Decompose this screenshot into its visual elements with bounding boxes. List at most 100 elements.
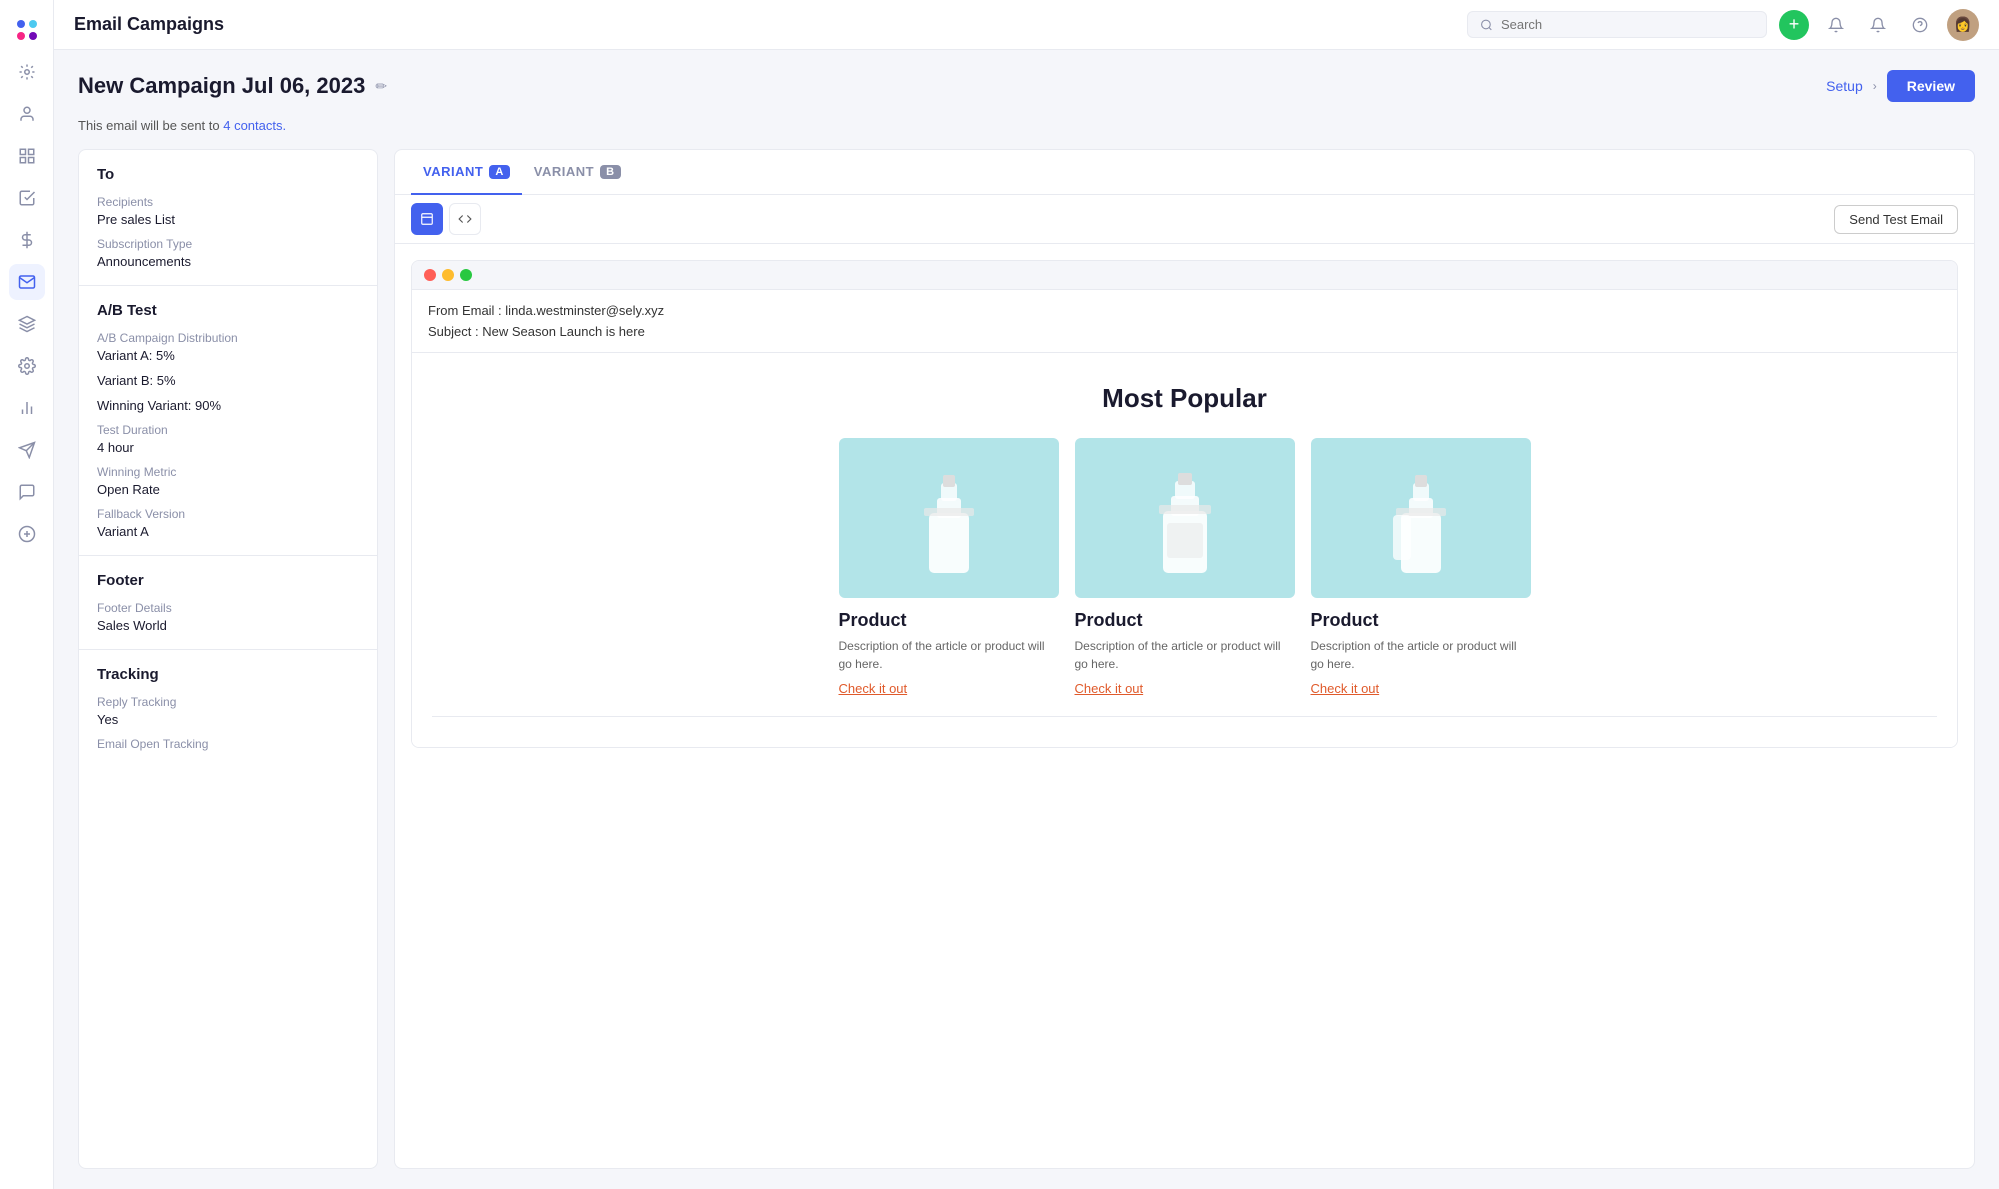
to-section: To Recipients Pre sales List Subscriptio…: [79, 150, 377, 286]
search-icon: [1480, 18, 1493, 32]
sidebar-item-settings[interactable]: [9, 348, 45, 384]
product-desc-2: Description of the article or product wi…: [1075, 637, 1295, 673]
header-actions: Setup › Review: [1826, 70, 1975, 102]
send-test-button[interactable]: Send Test Email: [1834, 205, 1958, 234]
email-window: From Email : linda.westminster@sely.xyz …: [411, 260, 1958, 748]
product-name-2: Product: [1075, 610, 1295, 631]
sidebar-logo[interactable]: [9, 12, 45, 48]
product-bottle-svg-2: [1135, 453, 1235, 583]
banner-text: This email will be sent to: [78, 118, 223, 133]
winning-variant-value: Winning Variant: 90%: [97, 398, 359, 413]
product-cta-3[interactable]: Check it out: [1311, 681, 1531, 696]
search-bar[interactable]: [1467, 11, 1767, 38]
sidebar-item-chat[interactable]: [9, 516, 45, 552]
campaign-title: New Campaign Jul 06, 2023: [78, 73, 365, 99]
tab-variant-b-label: VARIANT: [534, 164, 594, 179]
distribution-label: A/B Campaign Distribution: [97, 331, 359, 345]
two-column-layout: To Recipients Pre sales List Subscriptio…: [78, 149, 1975, 1169]
product-image-2: [1075, 438, 1295, 598]
footer-section: Footer Footer Details Sales World: [79, 556, 377, 650]
product-image-3: [1311, 438, 1531, 598]
variant-b-value: Variant B: 5%: [97, 373, 359, 388]
sidebar-item-grid[interactable]: [9, 138, 45, 174]
campaign-header: New Campaign Jul 06, 2023 ✏ Setup › Revi…: [78, 70, 1975, 102]
preview-button[interactable]: [411, 203, 443, 235]
toolbar-left: [411, 203, 481, 235]
footer-details-value: Sales World: [97, 618, 359, 633]
open-tracking-label: Email Open Tracking: [97, 737, 359, 751]
page-content: New Campaign Jul 06, 2023 ✏ Setup › Revi…: [54, 50, 1999, 1189]
product-desc-1: Description of the article or product wi…: [839, 637, 1059, 673]
variant-a-value: Variant A: 5%: [97, 348, 359, 363]
sidebar-item-dashboard[interactable]: [9, 54, 45, 90]
subscription-label: Subscription Type: [97, 237, 359, 251]
bell-icon[interactable]: [1863, 10, 1893, 40]
maximize-dot: [460, 269, 472, 281]
email-divider: [432, 716, 1937, 717]
sidebar: [0, 0, 54, 1189]
tab-variant-a[interactable]: VARIANT A: [411, 150, 522, 195]
recipients-value: Pre sales List: [97, 212, 359, 227]
left-panel: To Recipients Pre sales List Subscriptio…: [78, 149, 378, 1169]
footer-title: Footer: [97, 572, 359, 589]
product-card: Product Description of the article or pr…: [1311, 438, 1531, 696]
contacts-link[interactable]: 4 contacts.: [223, 118, 286, 133]
tracking-section: Tracking Reply Tracking Yes Email Open T…: [79, 650, 377, 770]
sidebar-item-layers[interactable]: [9, 306, 45, 342]
add-button[interactable]: +: [1779, 10, 1809, 40]
top-header: Email Campaigns + 👩: [54, 0, 1999, 50]
edit-icon[interactable]: ✏: [375, 78, 387, 95]
close-dot: [424, 269, 436, 281]
tab-variant-b[interactable]: VARIANT B: [522, 150, 633, 195]
sidebar-item-tasks[interactable]: [9, 180, 45, 216]
email-body-title: Most Popular: [432, 383, 1937, 414]
subject-row: Subject : New Season Launch is here: [428, 321, 1941, 342]
subject-label: Subject :: [428, 324, 479, 339]
email-meta: From Email : linda.westminster@sely.xyz …: [412, 290, 1957, 353]
to-section-title: To: [97, 166, 359, 183]
product-cta-1[interactable]: Check it out: [839, 681, 1059, 696]
tracking-title: Tracking: [97, 666, 359, 683]
reply-tracking-value: Yes: [97, 712, 359, 727]
help-icon[interactable]: [1905, 10, 1935, 40]
from-email-row: From Email : linda.westminster@sely.xyz: [428, 300, 1941, 321]
metric-label: Winning Metric: [97, 465, 359, 479]
tab-variant-b-badge: B: [600, 165, 620, 179]
review-button[interactable]: Review: [1887, 70, 1975, 102]
reply-tracking-label: Reply Tracking: [97, 695, 359, 709]
breadcrumb-separator: ›: [1873, 79, 1877, 93]
product-bottle-svg-3: [1371, 453, 1471, 583]
sidebar-item-billing[interactable]: [9, 222, 45, 258]
variant-tabs: VARIANT A VARIANT B: [395, 150, 1974, 195]
sidebar-item-analytics[interactable]: [9, 390, 45, 426]
email-banner: This email will be sent to 4 contacts.: [78, 118, 1975, 133]
tab-variant-a-label: VARIANT: [423, 164, 483, 179]
setup-link[interactable]: Setup: [1826, 78, 1863, 94]
search-input[interactable]: [1501, 17, 1754, 32]
product-image-1: [839, 438, 1059, 598]
subject-value: New Season Launch is here: [482, 324, 645, 339]
user-avatar[interactable]: 👩: [1947, 9, 1979, 41]
product-name-1: Product: [839, 610, 1059, 631]
product-cta-2[interactable]: Check it out: [1075, 681, 1295, 696]
sidebar-item-messages[interactable]: [9, 474, 45, 510]
fallback-label: Fallback Version: [97, 507, 359, 521]
window-chrome: [412, 261, 1957, 290]
minimize-dot: [442, 269, 454, 281]
product-card: Product Description of the article or pr…: [1075, 438, 1295, 696]
fallback-value: Variant A: [97, 524, 359, 539]
sidebar-item-email[interactable]: [9, 264, 45, 300]
product-name-3: Product: [1311, 610, 1531, 631]
recipients-label: Recipients: [97, 195, 359, 209]
code-button[interactable]: [449, 203, 481, 235]
sidebar-item-users[interactable]: [9, 96, 45, 132]
products-grid: Product Description of the article or pr…: [432, 438, 1937, 696]
notifications-icon[interactable]: [1821, 10, 1851, 40]
ab-test-section: A/B Test A/B Campaign Distribution Varia…: [79, 286, 377, 556]
header-icons: + 👩: [1779, 9, 1979, 41]
email-body: Most Popular: [412, 353, 1957, 747]
duration-value: 4 hour: [97, 440, 359, 455]
sidebar-item-campaigns[interactable]: [9, 432, 45, 468]
product-desc-3: Description of the article or product wi…: [1311, 637, 1531, 673]
product-card: Product Description of the article or pr…: [839, 438, 1059, 696]
